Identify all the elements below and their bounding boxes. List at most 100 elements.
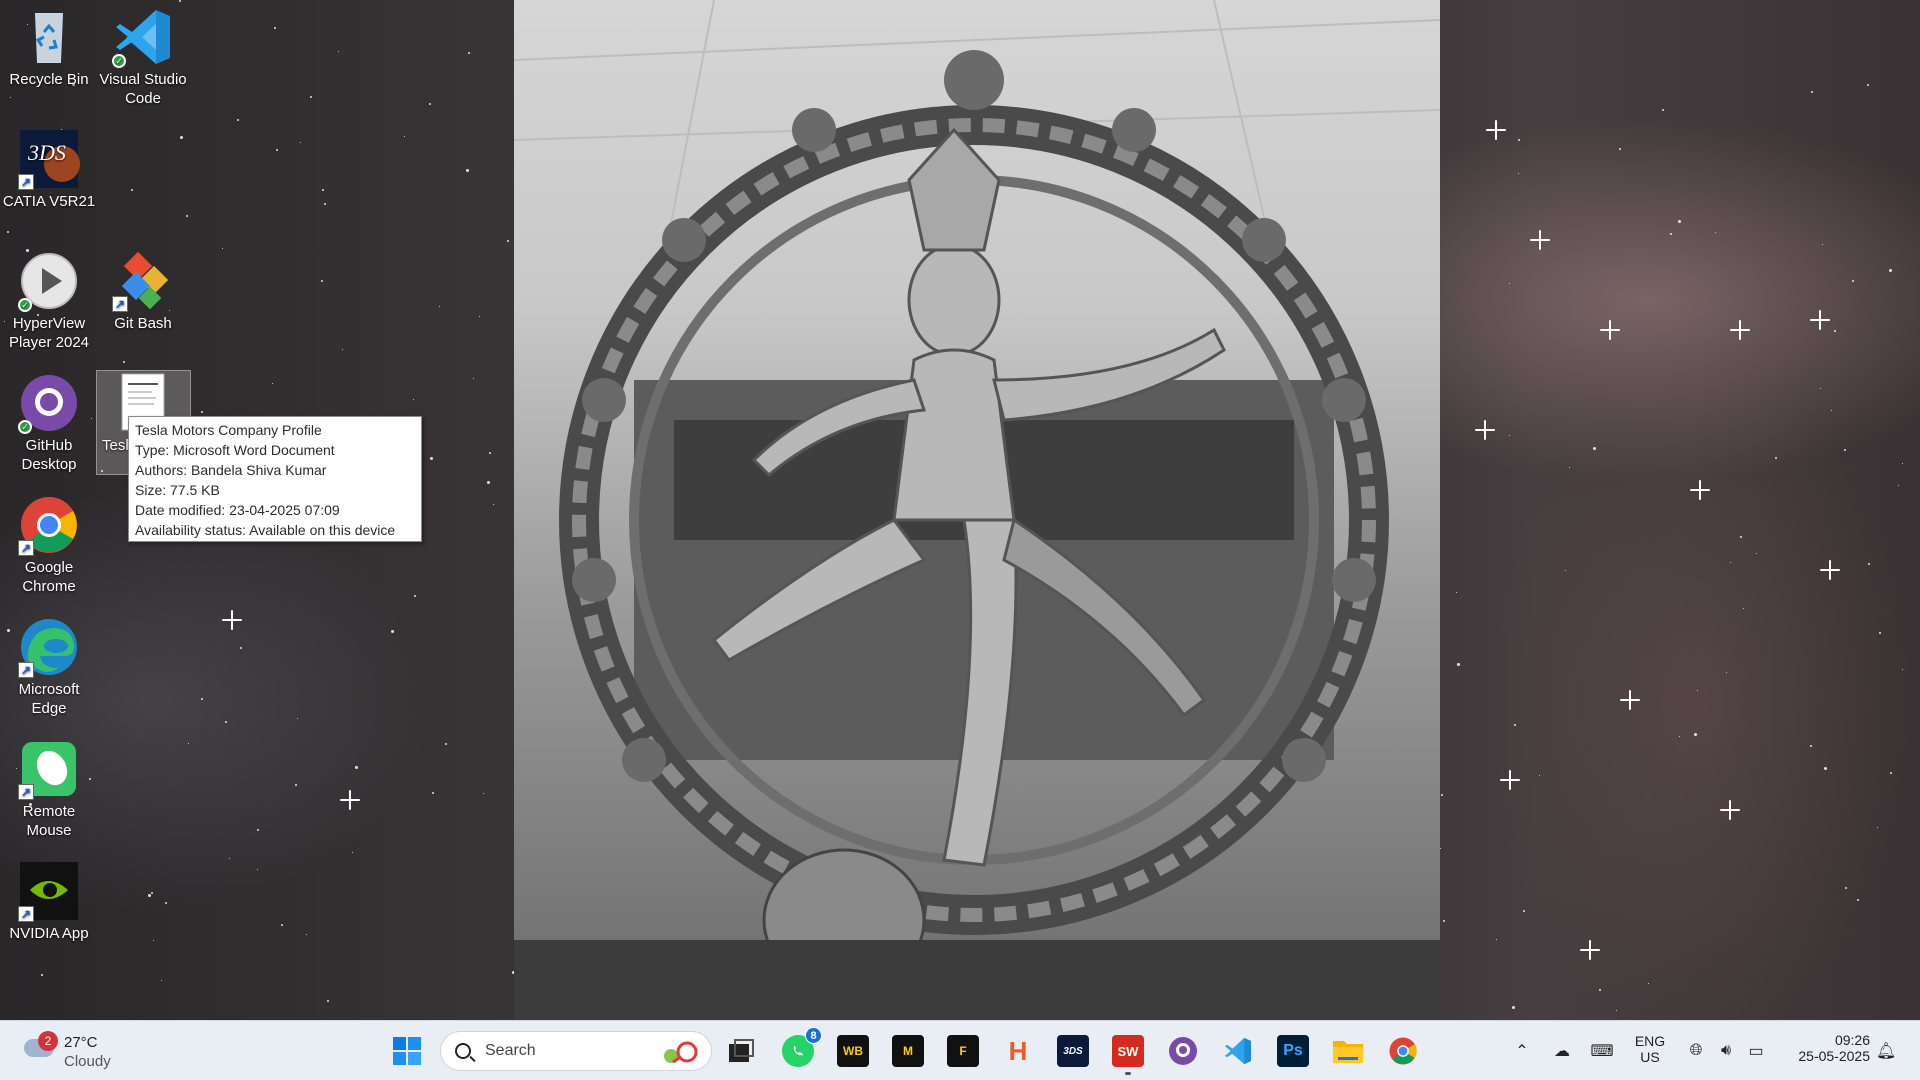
desktop-icon-label: Remote Mouse bbox=[22, 803, 76, 839]
github-desktop-icon: ✓ bbox=[18, 372, 80, 434]
solidworks-icon: SW bbox=[1112, 1035, 1144, 1075]
weather-widget[interactable]: 2 27°C Cloudy bbox=[20, 1029, 140, 1073]
taskbar-app-github-desktop[interactable] bbox=[1163, 1031, 1203, 1071]
star bbox=[1888, 268, 1892, 272]
star bbox=[1564, 569, 1566, 571]
photoshop-icon: Ps bbox=[1277, 1035, 1309, 1067]
desktop-icon-microsoft-edge[interactable]: ↗ Microsoft Edge bbox=[4, 616, 94, 718]
star bbox=[6, 230, 9, 233]
desktop-icon-label: Microsoft Edge bbox=[18, 681, 80, 717]
desktop-icon-label: CATIA V5R21 bbox=[2, 193, 96, 210]
sparkle-star bbox=[1475, 420, 1495, 440]
shortcut-arrow-icon: ↗ bbox=[18, 784, 34, 800]
star bbox=[294, 784, 297, 787]
onedrive-offline-icon[interactable]: ☁ bbox=[1552, 1041, 1572, 1061]
sparkle-star bbox=[1530, 230, 1550, 250]
start-button[interactable] bbox=[387, 1031, 427, 1071]
taskbar-app-ansys-mechanical[interactable]: M bbox=[888, 1031, 928, 1071]
taskbar-app-vscode[interactable] bbox=[1218, 1031, 1258, 1071]
taskbar-app-solidworks[interactable]: SW bbox=[1108, 1031, 1148, 1075]
star bbox=[229, 857, 231, 859]
taskbar-app-chrome[interactable] bbox=[1383, 1031, 1423, 1071]
language-code: ENG bbox=[1634, 1033, 1666, 1049]
hypermesh-icon: H bbox=[1008, 1035, 1028, 1066]
taskbar-app-ansys-fluent[interactable]: F bbox=[943, 1031, 983, 1071]
desktop-icon-label: HyperView Player 2024 bbox=[8, 315, 90, 351]
battery-icon[interactable]: ▭ bbox=[1746, 1041, 1766, 1061]
desktop-icon-recycle-bin[interactable]: Recycle Bin bbox=[4, 6, 94, 89]
star bbox=[239, 646, 242, 649]
star bbox=[178, 0, 181, 3]
desktop-icon-catia[interactable]: 3DS ↗ CATIA V5R21 bbox=[2, 128, 96, 211]
star bbox=[1619, 147, 1621, 150]
desktop-icon-hyperview[interactable]: ✓ HyperView Player 2024 bbox=[4, 250, 94, 352]
star bbox=[1820, 388, 1822, 390]
star bbox=[237, 119, 240, 122]
desktop-icon-remote-mouse[interactable]: ↗ Remote Mouse bbox=[4, 738, 94, 840]
star bbox=[391, 629, 395, 633]
desktop-icon-label: NVIDIA App bbox=[9, 925, 89, 942]
star bbox=[1844, 887, 1847, 890]
star bbox=[1522, 909, 1525, 912]
star bbox=[1518, 172, 1520, 174]
star bbox=[1517, 138, 1520, 141]
show-hidden-icons-chevron-icon[interactable]: ⌃ bbox=[1512, 1041, 1532, 1061]
star bbox=[1456, 591, 1458, 593]
desktop-icon-label: Recycle Bin bbox=[9, 71, 89, 88]
sync-status-icon: ✓ bbox=[18, 420, 32, 434]
edge-icon: ↗ bbox=[18, 616, 80, 678]
nataraja-photo bbox=[514, 0, 1440, 1020]
star bbox=[148, 894, 152, 898]
chrome-icon bbox=[1389, 1037, 1417, 1065]
taskbar-app-hypermesh[interactable]: H bbox=[998, 1031, 1038, 1071]
desktop-icon-label: GitHub Desktop bbox=[21, 437, 77, 473]
recycle-bin-icon bbox=[18, 6, 80, 68]
desktop-icon-google-chrome[interactable]: ↗ Google Chrome bbox=[4, 494, 94, 596]
task-view-button[interactable] bbox=[721, 1031, 761, 1071]
star bbox=[160, 980, 162, 982]
active-indicator bbox=[1125, 1072, 1131, 1075]
ansys-fluent-icon: F bbox=[947, 1035, 979, 1067]
desktop-icon-vscode[interactable]: ✓ Visual Studio Code bbox=[98, 6, 188, 108]
taskbar-app-whatsapp[interactable]: 8 bbox=[778, 1027, 822, 1071]
desktop-icon-github-desktop[interactable]: ✓ GitHub Desktop bbox=[4, 372, 94, 474]
shortcut-arrow-icon: ↗ bbox=[18, 540, 34, 556]
desktop-icon-label: Visual Studio Code bbox=[99, 71, 187, 107]
star bbox=[482, 793, 484, 795]
star bbox=[472, 377, 474, 379]
star bbox=[1592, 446, 1596, 450]
sparkle-star bbox=[1580, 940, 1600, 960]
star bbox=[1810, 744, 1813, 747]
network-globe-icon[interactable]: 🌐︎ bbox=[1686, 1041, 1706, 1061]
star bbox=[1509, 435, 1511, 437]
star bbox=[299, 142, 301, 144]
star bbox=[322, 188, 325, 191]
star bbox=[488, 451, 491, 454]
clock[interactable]: 09:26 25-05-2025 bbox=[1780, 1032, 1870, 1064]
notification-bell-icon[interactable]: 🔔︎ bbox=[1876, 1041, 1896, 1061]
star bbox=[1662, 108, 1665, 111]
star bbox=[1756, 553, 1758, 555]
whatsapp-icon: 8 bbox=[782, 1027, 822, 1067]
taskbar-app-ansys-workbench[interactable]: WB bbox=[833, 1031, 873, 1071]
search-placeholder: Search bbox=[485, 1042, 536, 1059]
taskbar-app-photoshop[interactable]: Ps bbox=[1273, 1031, 1313, 1071]
taskbar-app-file-explorer[interactable] bbox=[1328, 1031, 1368, 1071]
star bbox=[1890, 771, 1893, 774]
desktop-icon-nvidia-app[interactable]: ↗ NVIDIA App bbox=[4, 860, 94, 943]
desktop-icon-git-bash[interactable]: ↗ Git Bash bbox=[98, 250, 188, 333]
volume-icon[interactable]: 🔊︎ bbox=[1716, 1041, 1736, 1061]
star bbox=[1678, 219, 1682, 223]
github-desktop-icon bbox=[1169, 1037, 1197, 1065]
taskbar: 2 27°C Cloudy Search 8 WB M F H 3DS SW P… bbox=[0, 1020, 1920, 1080]
language-indicator[interactable]: ENG US bbox=[1628, 1033, 1672, 1065]
star bbox=[1833, 329, 1836, 332]
taskbar-search-box[interactable]: Search bbox=[440, 1031, 712, 1071]
star bbox=[1726, 671, 1728, 673]
star bbox=[150, 892, 153, 895]
star bbox=[1739, 536, 1742, 539]
svg-text:3DS: 3DS bbox=[27, 140, 66, 165]
tooltip-title: Tesla Motors Company Profile bbox=[135, 422, 322, 438]
touch-keyboard-icon[interactable]: ⌨ bbox=[1590, 1041, 1613, 1061]
taskbar-app-catia[interactable]: 3DS bbox=[1053, 1031, 1093, 1071]
